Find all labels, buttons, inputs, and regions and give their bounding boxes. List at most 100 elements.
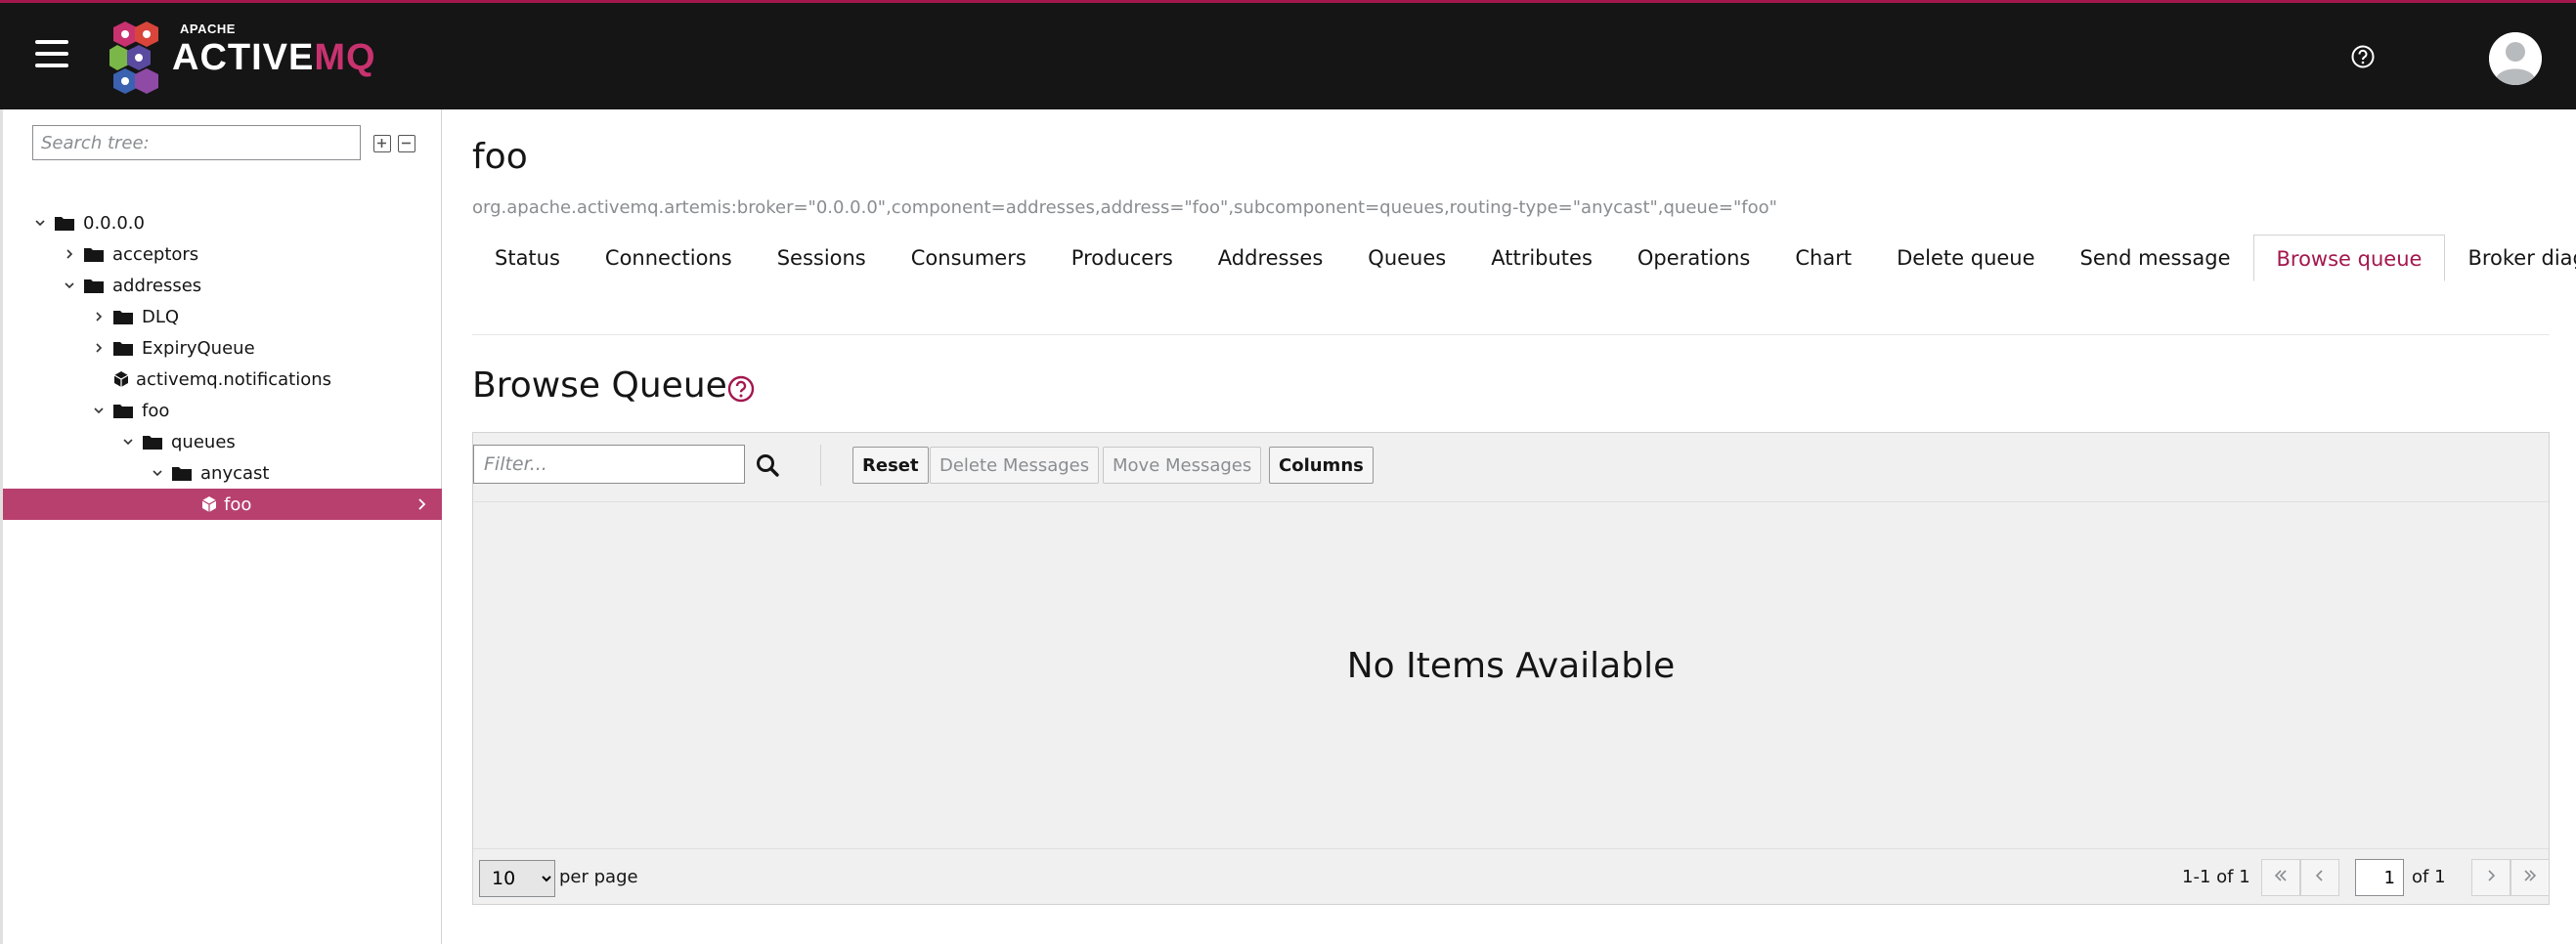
user-avatar[interactable]: [2489, 32, 2542, 85]
tab-delete-queue[interactable]: Delete queue: [1874, 235, 2057, 281]
next-page-button[interactable]: [2471, 859, 2511, 896]
minus-icon: [402, 142, 411, 145]
chevron-down-icon[interactable]: [150, 465, 165, 481]
tab-status[interactable]: Status: [472, 235, 583, 281]
tab-addresses[interactable]: Addresses: [1196, 235, 1346, 281]
total-pages-label: of 1: [2412, 867, 2446, 887]
folder-icon: [113, 405, 133, 418]
folder-icon: [84, 279, 104, 293]
mbean-object-name: org.apache.activemq.artemis:broker="0.0.…: [472, 197, 1777, 218]
first-page-button[interactable]: [2261, 859, 2300, 896]
tree-node-label: foo: [142, 400, 170, 421]
tab-consumers[interactable]: Consumers: [889, 235, 1049, 281]
tree-node-label: 0.0.0.0: [83, 212, 145, 234]
tab-chart[interactable]: Chart: [1772, 235, 1874, 281]
delete-messages-button[interactable]: Delete Messages: [930, 447, 1100, 484]
tab-broker-diagram[interactable]: Broker diagram: [2445, 235, 2576, 281]
tab-producers[interactable]: Producers: [1049, 235, 1196, 281]
jmx-tree-sidebar: 0.0.0.0 acceptors addresses DLQ ExpiryQu…: [0, 109, 442, 944]
tree-node-label: activemq.notifications: [136, 368, 331, 390]
tree-node-queues[interactable]: queues: [3, 426, 442, 457]
pagination: 10 per page 1-1 of 1 of 1: [473, 848, 2550, 906]
activemq-hexagon-icon: [109, 21, 158, 94]
current-page-input[interactable]: [2355, 859, 2404, 896]
plus-icon: [377, 139, 386, 148]
folder-icon: [84, 248, 104, 262]
cube-icon: [113, 371, 129, 387]
chevron-left-icon: [2315, 870, 2323, 881]
tree-node-broker[interactable]: 0.0.0.0: [3, 207, 442, 238]
double-chevron-left-icon: [2274, 870, 2287, 881]
table-toolbar: Reset Delete Messages Move Messages Colu…: [473, 433, 2549, 502]
tab-attributes[interactable]: Attributes: [1468, 235, 1615, 281]
expand-all-button[interactable]: [373, 135, 391, 152]
tree-node-label: foo: [224, 493, 252, 515]
per-page-label: per page: [559, 867, 638, 887]
activemq-logo: APACHE ACTIVEMQ: [109, 17, 376, 99]
folder-icon: [143, 436, 162, 450]
tree-node-label: DLQ: [142, 306, 180, 327]
columns-button[interactable]: Columns: [1269, 447, 1374, 484]
jmx-tree: 0.0.0.0 acceptors addresses DLQ ExpiryQu…: [3, 207, 442, 520]
search-tree-input[interactable]: [32, 125, 361, 160]
browse-queue-table: Reset Delete Messages Move Messages Colu…: [472, 432, 2550, 905]
tree-node-acceptors[interactable]: acceptors: [3, 238, 442, 270]
tree-node-expiryqueue[interactable]: ExpiryQueue: [3, 332, 442, 364]
tab-queues[interactable]: Queues: [1345, 235, 1468, 281]
menu-toggle-icon[interactable]: [35, 40, 68, 69]
tree-node-dlq[interactable]: DLQ: [3, 301, 442, 332]
help-icon[interactable]: [726, 374, 756, 404]
last-page-button[interactable]: [2511, 859, 2550, 896]
logo-active-text: ACTIVE: [172, 36, 315, 78]
tab-bar: Status Connections Sessions Consumers Pr…: [472, 235, 2576, 283]
collapse-all-button[interactable]: [398, 135, 415, 152]
empty-state-text: No Items Available: [1346, 646, 1676, 686]
folder-icon: [113, 311, 133, 324]
chevron-down-icon[interactable]: [91, 403, 107, 418]
tab-send-message[interactable]: Send message: [2058, 235, 2253, 281]
tree-node-activemq-notifications[interactable]: activemq.notifications: [3, 364, 442, 395]
tree-node-label: ExpiryQueue: [142, 337, 255, 359]
top-navbar: APACHE ACTIVEMQ: [0, 0, 2576, 109]
chevron-right-icon: [2488, 870, 2496, 881]
tab-browse-queue[interactable]: Browse queue: [2252, 235, 2446, 281]
tree-node-label: addresses: [112, 275, 202, 296]
chevron-right-icon[interactable]: [91, 309, 107, 324]
section-title: Browse Queue: [472, 365, 727, 406]
folder-icon: [55, 217, 74, 231]
tab-sessions[interactable]: Sessions: [755, 235, 889, 281]
chevron-right-icon[interactable]: [91, 340, 107, 356]
toolbar-divider: [820, 445, 821, 486]
logo-mq-text: MQ: [314, 36, 376, 78]
filter-input[interactable]: [473, 445, 745, 484]
double-chevron-right-icon: [2524, 870, 2537, 881]
chevron-right-icon: [418, 498, 426, 510]
main-content: foo org.apache.activemq.artemis:broker="…: [472, 109, 2576, 944]
tree-node-label: queues: [171, 431, 236, 452]
search-icon[interactable]: [755, 452, 780, 478]
cube-icon: [201, 496, 217, 512]
chevron-right-icon[interactable]: [62, 246, 77, 262]
tree-node-label: acceptors: [112, 243, 199, 265]
page-title: foo: [472, 137, 528, 177]
avatar-icon: [2489, 32, 2542, 85]
tab-operations[interactable]: Operations: [1615, 235, 1772, 281]
chevron-down-icon[interactable]: [120, 434, 136, 450]
tree-node-label: anycast: [200, 462, 270, 484]
tree-node-foo-address[interactable]: foo: [3, 395, 442, 426]
tree-node-addresses[interactable]: addresses: [3, 270, 442, 301]
move-messages-button[interactable]: Move Messages: [1103, 447, 1262, 484]
previous-page-button[interactable]: [2300, 859, 2339, 896]
folder-icon: [113, 342, 133, 356]
folder-icon: [172, 467, 192, 481]
chevron-down-icon[interactable]: [32, 215, 48, 231]
help-icon[interactable]: [2350, 44, 2376, 69]
reset-button[interactable]: Reset: [852, 447, 929, 484]
tree-node-anycast[interactable]: anycast: [3, 457, 442, 489]
tab-connections[interactable]: Connections: [583, 235, 755, 281]
tree-node-foo-queue[interactable]: foo: [3, 489, 442, 520]
per-page-select[interactable]: 10: [479, 860, 555, 897]
chevron-down-icon[interactable]: [62, 278, 77, 293]
divider: [472, 334, 2550, 335]
logo-apache-text: APACHE: [180, 21, 236, 36]
